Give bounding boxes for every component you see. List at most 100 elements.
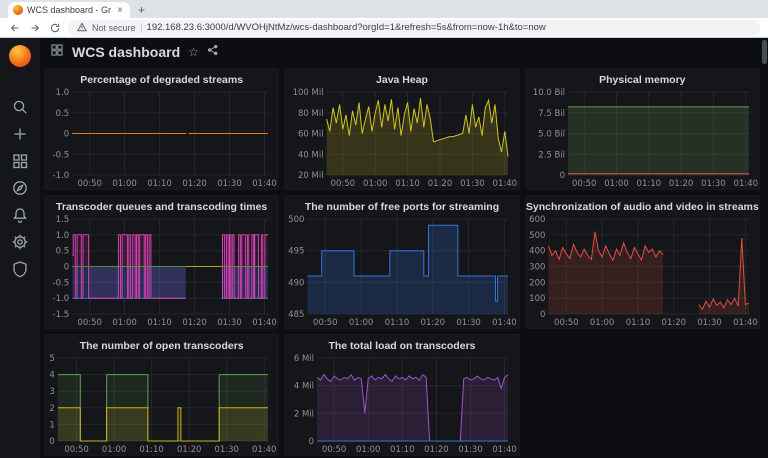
not-secure-label[interactable]: Not secure [92,23,136,33]
not-secure-warning-icon[interactable] [77,19,87,37]
physical-memory-chart[interactable]: 00:5001:0001:1001:2001:3001:4010.0 Bil7.… [526,88,759,189]
svg-text:400: 400 [529,247,545,257]
svg-text:00:50: 00:50 [331,179,356,189]
scrollbar-thumb[interactable] [762,40,767,64]
svg-text:01:40: 01:40 [493,445,517,455]
svg-text:00:50: 00:50 [77,179,102,189]
java-heap-chart[interactable]: 00:5001:0001:1001:2001:3001:40100 Mil80 … [285,88,518,189]
svg-text:500: 500 [288,215,304,225]
svg-text:7.5 Bil: 7.5 Bil [538,109,565,119]
svg-text:01:30: 01:30 [701,179,726,189]
svg-text:00:50: 00:50 [64,445,89,455]
svg-text:1: 1 [49,420,54,430]
svg-text:5.0 Bil: 5.0 Bil [538,130,565,140]
svg-text:0: 0 [49,437,54,447]
svg-text:01:40: 01:40 [733,179,758,189]
svg-text:01:40: 01:40 [252,445,277,455]
url-text[interactable]: 192.168.23.6:3000/d/WVOHjNtMz/wcs-dashbo… [147,22,546,33]
share-icon[interactable] [207,43,219,61]
svg-text:1.5: 1.5 [56,215,70,225]
page-scrollbar[interactable] [762,40,768,454]
star-icon[interactable]: ☆ [188,45,199,59]
svg-text:490: 490 [288,278,304,288]
browser-chrome: WCS dashboard - Grafana × + Not secure 1… [0,0,768,38]
panel-title[interactable]: Synchronization of audio and video in st… [526,196,759,215]
svg-text:01:20: 01:20 [177,445,202,455]
svg-text:0: 0 [540,310,545,320]
svg-text:0: 0 [309,437,314,447]
av-sync-chart[interactable]: 00:5001:0001:1001:2001:3001:406005004003… [526,215,759,328]
svg-text:0: 0 [559,171,564,181]
svg-text:01:30: 01:30 [217,318,242,328]
panel-av-sync: Synchronization of audio and video in st… [525,195,760,329]
grafana-main: WCS dashboard ☆ Percentage of degraded s… [40,38,768,458]
address-bar[interactable]: Not secure 192.168.23.6:3000/d/WVOHjNtMz… [68,20,760,36]
forward-button[interactable] [28,21,42,35]
dashboard-squares-icon[interactable] [50,43,64,62]
dashboard-header: WCS dashboard ☆ [40,38,768,66]
svg-text:01:00: 01:00 [112,179,137,189]
svg-text:01:00: 01:00 [590,318,615,328]
svg-text:01:00: 01:00 [102,445,127,455]
svg-text:40 Mil: 40 Mil [298,150,324,160]
panel-title[interactable]: The total load on transcoders [285,335,518,354]
grafana-app: WCS dashboard ☆ Percentage of degraded s… [0,38,768,458]
tab-strip: WCS dashboard - Grafana × + [0,0,768,18]
svg-text:01:40: 01:40 [252,318,277,328]
dashboards-grid-icon[interactable] [11,152,29,170]
svg-text:01:00: 01:00 [363,179,388,189]
panel-title[interactable]: Transcoder queues and transcoding times [45,196,278,215]
grafana-sidebar [0,38,40,458]
open-transcoders-chart[interactable]: 00:5001:0001:1001:2001:3001:40543210 [45,354,278,455]
browser-tab[interactable]: WCS dashboard - Grafana × [8,2,130,18]
svg-text:01:00: 01:00 [112,318,137,328]
degraded-streams-chart[interactable]: 00:5001:0001:1001:2001:3001:401.00.50-0.… [45,88,278,189]
transcoder-queues-chart[interactable]: 00:5001:0001:1001:2001:3001:401.51.00.50… [45,215,278,328]
back-button[interactable] [8,21,22,35]
svg-text:01:00: 01:00 [604,179,629,189]
svg-text:-1.0: -1.0 [53,294,70,304]
svg-text:300: 300 [529,263,545,273]
svg-text:01:30: 01:30 [457,318,482,328]
svg-text:01:20: 01:20 [421,318,446,328]
svg-text:200: 200 [529,278,545,288]
search-icon[interactable] [11,98,29,116]
svg-text:01:10: 01:10 [396,179,421,189]
new-tab-button[interactable]: + [138,3,145,17]
free-ports-chart[interactable]: 00:5001:0001:1001:2001:3001:405004954904… [285,215,518,328]
svg-text:4: 4 [49,371,54,381]
svg-text:01:40: 01:40 [252,179,277,189]
tab-close-icon[interactable]: × [115,5,125,16]
grafana-logo-icon[interactable] [9,45,31,67]
svg-text:01:40: 01:40 [492,318,517,328]
explore-compass-icon[interactable] [11,179,29,197]
panel-title[interactable]: The number of free ports for streaming [285,196,518,215]
svg-text:01:40: 01:40 [733,318,758,328]
tab-title: WCS dashboard - Grafana [27,5,111,15]
panel-title[interactable]: Java Heap [285,69,518,88]
dashboard-grid: Percentage of degraded streams 00:50 01:0… [40,66,768,458]
panel-degraded-streams: Percentage of degraded streams 00:50 01:0… [44,68,279,190]
svg-text:01:10: 01:10 [147,318,172,328]
svg-text:01:10: 01:10 [139,445,164,455]
svg-text:2.5 Bil: 2.5 Bil [538,150,565,160]
reload-button[interactable] [48,21,62,35]
alerting-bell-icon[interactable] [11,206,29,224]
panel-title[interactable]: Physical memory [526,69,759,88]
svg-text:01:30: 01:30 [697,318,722,328]
panel-transcoder-load: The total load on transcoders 00:5001:00… [284,334,519,456]
svg-text:01:30: 01:30 [460,179,485,189]
svg-text:20 Mil: 20 Mil [298,171,324,181]
server-admin-shield-icon[interactable] [11,260,29,278]
transcoder-load-chart[interactable]: 00:5001:0001:1001:2001:3001:406 Mil4 Mil… [285,354,518,455]
svg-text:01:10: 01:10 [390,445,415,455]
svg-text:01:20: 01:20 [669,179,694,189]
panel-title[interactable]: Percentage of degraded streams [45,69,278,88]
svg-text:60 Mil: 60 Mil [298,130,324,140]
svg-text:0.5: 0.5 [56,247,70,257]
create-plus-icon[interactable] [11,125,29,143]
svg-text:495: 495 [288,247,304,257]
configuration-gear-icon[interactable] [11,233,29,251]
panel-title[interactable]: The number of open transcoders [45,335,278,354]
svg-text:01:20: 01:20 [424,445,449,455]
